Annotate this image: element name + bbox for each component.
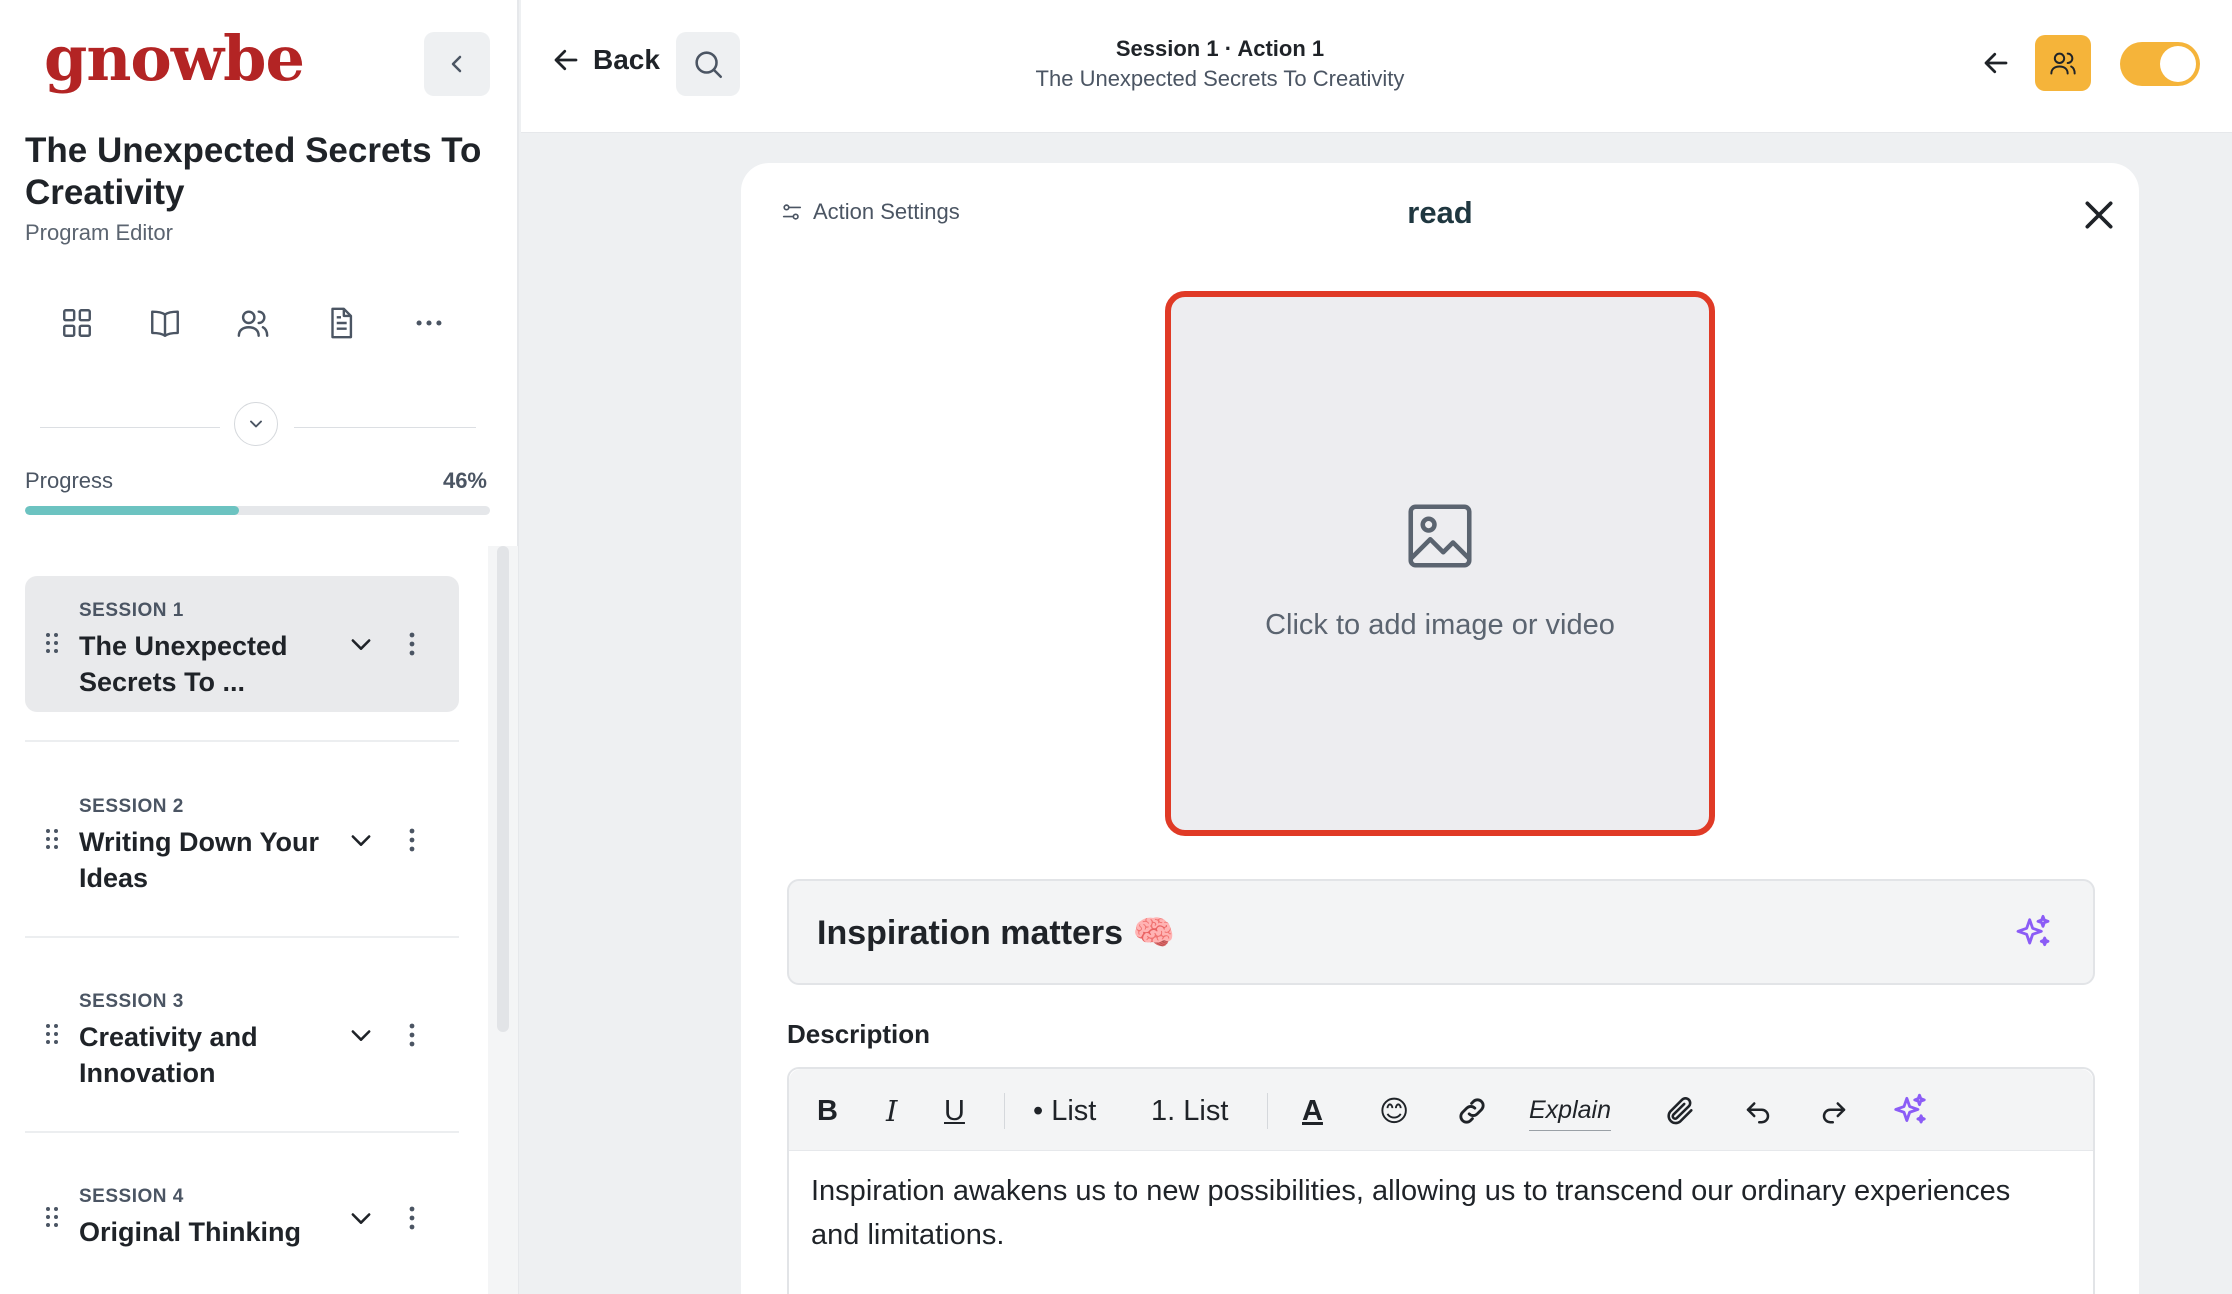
chevron-down-icon[interactable] bbox=[347, 1021, 375, 1049]
underline-button[interactable]: U bbox=[944, 1091, 965, 1131]
progress-label: Progress bbox=[25, 468, 114, 493]
description-editor: B I U • List 1. List A 😊 Explain Inspira… bbox=[787, 1067, 2095, 1294]
progress-bar-fill bbox=[25, 506, 239, 515]
action-title-text: Inspiration matters 🧠 bbox=[817, 914, 1175, 952]
ai-assist-button[interactable] bbox=[1891, 1091, 1929, 1131]
session-separator bbox=[25, 740, 459, 742]
attach-button[interactable] bbox=[1663, 1091, 1697, 1131]
program-subtitle: Program Editor bbox=[25, 220, 173, 245]
session-name: Creativity and Innovation bbox=[79, 1022, 258, 1088]
session-label: SESSION 1 bbox=[79, 600, 184, 621]
expand-toggle-button[interactable] bbox=[234, 402, 278, 446]
emoji-button[interactable]: 😊 bbox=[1379, 1091, 1409, 1131]
action-type-title: read bbox=[1407, 195, 1473, 230]
session-item[interactable]: SESSION 3 Creativity and Innovation bbox=[25, 967, 459, 1103]
italic-button[interactable]: I bbox=[886, 1091, 897, 1131]
drag-handle-icon[interactable] bbox=[45, 1206, 59, 1228]
users-icon[interactable] bbox=[236, 306, 270, 340]
kebab-menu-icon[interactable] bbox=[407, 826, 417, 854]
session-item[interactable]: SESSION 1 The Unexpected Secrets To ... bbox=[25, 576, 459, 712]
kebab-menu-icon[interactable] bbox=[407, 1021, 417, 1049]
collapse-sidebar-button[interactable] bbox=[424, 32, 490, 96]
ai-sparkle-icon[interactable] bbox=[2013, 913, 2053, 953]
chevron-down-icon[interactable] bbox=[347, 1204, 375, 1232]
drag-handle-icon[interactable] bbox=[45, 828, 59, 850]
chevron-down-icon[interactable] bbox=[347, 630, 375, 658]
program-name-subtitle: The Unexpected Secrets To Creativity bbox=[1035, 66, 1405, 91]
media-upload-label: Click to add image or video bbox=[1265, 609, 1615, 641]
toolbar-divider bbox=[1004, 1093, 1005, 1129]
session-name: Writing Down Your Ideas bbox=[79, 827, 319, 893]
kebab-menu-icon[interactable] bbox=[407, 630, 417, 658]
gnowbe-logo[interactable]: gnowbe bbox=[44, 22, 305, 95]
chevron-down-icon bbox=[250, 420, 262, 428]
session-item[interactable]: SESSION 2 Writing Down Your Ideas bbox=[25, 772, 459, 908]
sidebar-divider bbox=[40, 400, 476, 446]
session-name: Original Thinking bbox=[79, 1217, 301, 1247]
divider-line bbox=[294, 427, 476, 428]
image-icon bbox=[1408, 504, 1472, 568]
link-icon bbox=[1459, 1098, 1485, 1124]
redo-icon bbox=[1822, 1102, 1846, 1124]
action-editor-card: Action Settings read Click to add image … bbox=[741, 163, 2139, 1294]
session-action-title: Session 1 · Action 1 bbox=[1115, 36, 1325, 61]
chevron-down-icon[interactable] bbox=[347, 826, 375, 854]
session-label: SESSION 3 bbox=[79, 991, 184, 1012]
toolbar-divider bbox=[1267, 1093, 1268, 1129]
bullet-list-button[interactable]: • List bbox=[1033, 1091, 1096, 1131]
explain-button[interactable]: Explain bbox=[1529, 1091, 1611, 1131]
link-button[interactable] bbox=[1455, 1091, 1489, 1131]
drag-handle-icon[interactable] bbox=[45, 1023, 59, 1045]
divider-line bbox=[40, 427, 220, 428]
kebab-menu-icon[interactable] bbox=[407, 1204, 417, 1232]
description-text[interactable]: Inspiration awakens us to new possibilit… bbox=[811, 1169, 2011, 1257]
document-icon[interactable] bbox=[324, 306, 358, 340]
drag-handle-icon[interactable] bbox=[45, 632, 59, 654]
program-title: The Unexpected Secrets To Creativity bbox=[25, 131, 482, 212]
editor-toolbar: B I U • List 1. List A 😊 Explain bbox=[789, 1069, 2093, 1151]
arrow-left-icon[interactable] bbox=[1981, 48, 2011, 78]
sidebar-icon-bar bbox=[60, 306, 446, 340]
top-bar: Back Session 1 · Action 1 The Unexpected… bbox=[521, 0, 2232, 133]
edit-mode-toggle[interactable] bbox=[2120, 42, 2200, 86]
sidebar-scrollbar-thumb[interactable] bbox=[497, 546, 509, 1032]
book-icon[interactable] bbox=[148, 306, 182, 340]
redo-button[interactable] bbox=[1819, 1091, 1849, 1131]
action-title-input[interactable]: Inspiration matters 🧠 bbox=[787, 879, 2095, 985]
ai-sparkle-icon bbox=[1894, 1093, 1926, 1124]
close-icon[interactable] bbox=[2079, 195, 2119, 235]
undo-button[interactable] bbox=[1743, 1091, 1773, 1131]
undo-icon bbox=[1746, 1102, 1770, 1124]
session-separator bbox=[25, 936, 459, 938]
more-icon[interactable] bbox=[412, 306, 446, 340]
numbered-list-button[interactable]: 1. List bbox=[1151, 1091, 1228, 1131]
text-color-button[interactable]: A bbox=[1302, 1091, 1323, 1131]
progress-bar bbox=[25, 506, 490, 515]
session-label: SESSION 2 bbox=[79, 796, 184, 817]
description-label: Description bbox=[787, 1019, 931, 1049]
toggle-knob bbox=[2160, 46, 2196, 82]
bold-button[interactable]: B bbox=[817, 1091, 838, 1131]
progress-percentage: 46% bbox=[442, 468, 487, 493]
grid-icon[interactable] bbox=[60, 306, 94, 340]
sidebar: gnowbe The Unexpected Secrets To Creativ… bbox=[0, 0, 519, 1294]
session-name: The Unexpected Secrets To ... bbox=[79, 631, 288, 697]
session-item[interactable]: SESSION 4 Original Thinking bbox=[25, 1162, 459, 1282]
users-icon bbox=[2050, 52, 2076, 75]
participants-button[interactable] bbox=[2035, 35, 2091, 91]
chevron-left-icon bbox=[451, 55, 462, 73]
session-separator bbox=[25, 1131, 459, 1133]
session-label: SESSION 4 bbox=[79, 1186, 184, 1207]
media-upload-area[interactable]: Click to add image or video bbox=[1165, 291, 1715, 836]
paperclip-icon bbox=[1667, 1097, 1693, 1125]
